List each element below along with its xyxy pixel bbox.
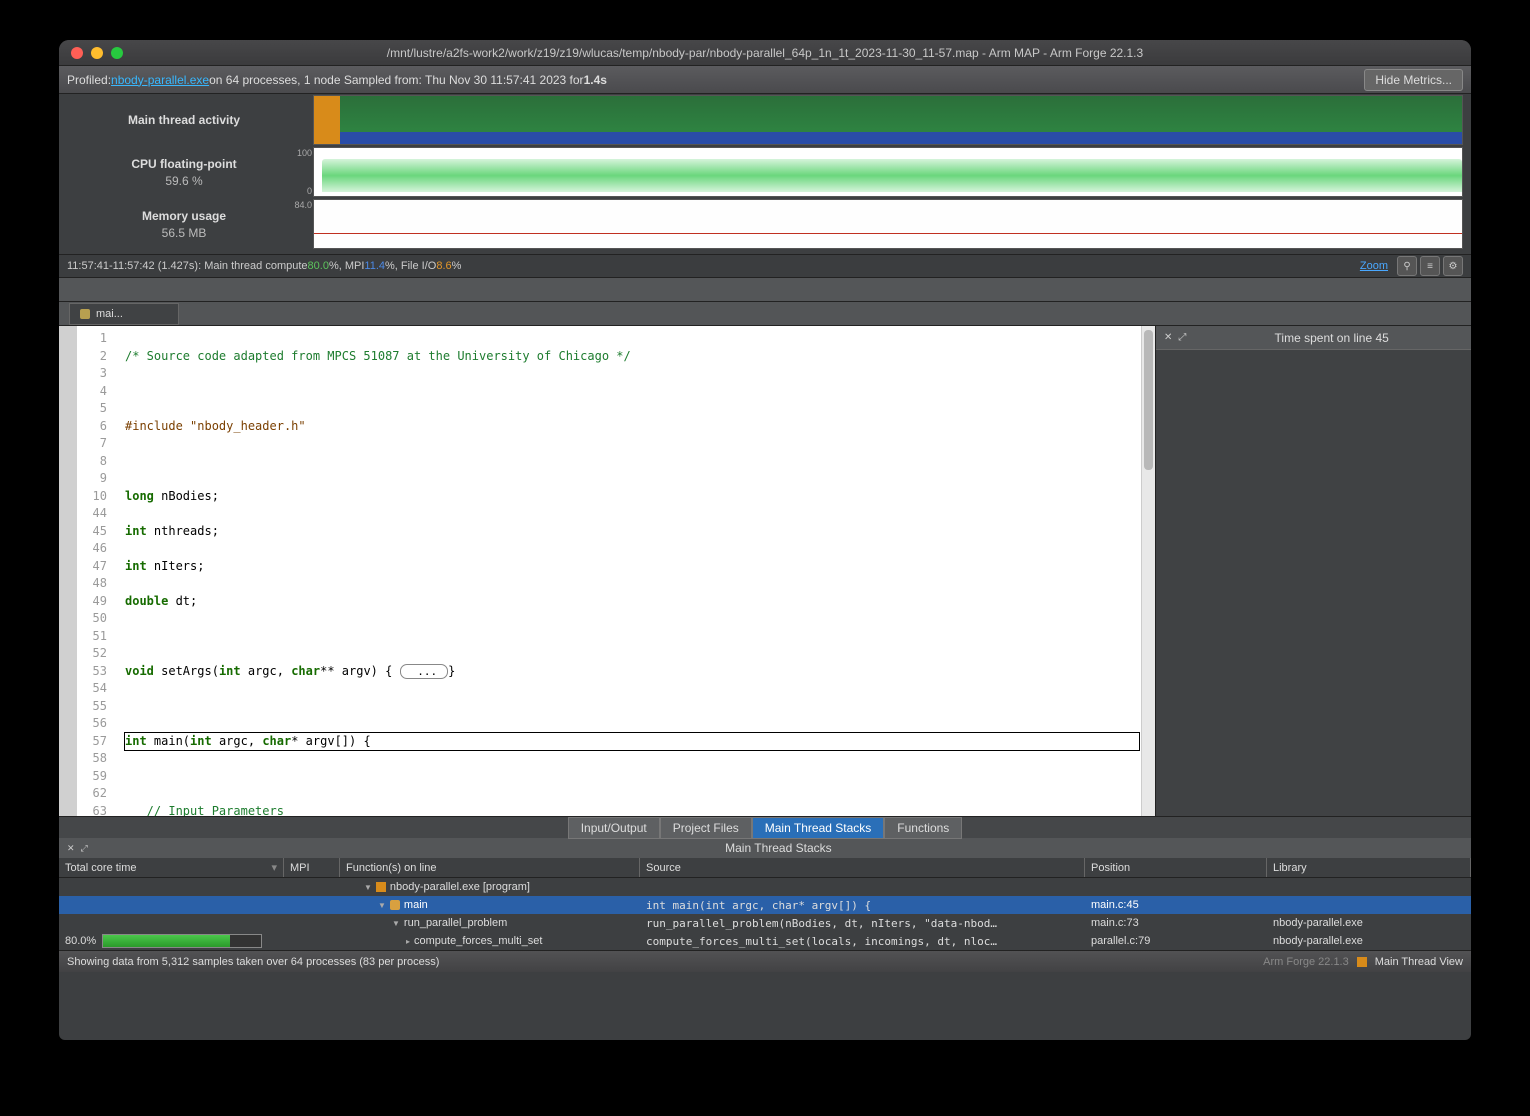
profiled-duration: 1.4s xyxy=(584,73,607,87)
list-icon[interactable]: ≡ xyxy=(1420,256,1440,276)
profile-gutter xyxy=(59,326,77,816)
tab-functions[interactable]: Functions xyxy=(884,817,962,839)
axis-bot: 0 xyxy=(284,186,312,196)
mpi-pct: 11.4 xyxy=(364,260,385,272)
footer-version: Arm Forge 22.1.3 xyxy=(1263,956,1349,968)
stack-row[interactable]: ▼nbody-parallel.exe [program] xyxy=(59,878,1471,896)
stack-row[interactable]: ▼main int main(int argc, char* argv[]) {… xyxy=(59,896,1471,914)
col-functions[interactable]: Function(s) on line xyxy=(340,858,640,877)
zoom-icon[interactable]: ⚲ xyxy=(1397,256,1417,276)
stack-row[interactable]: 80.0% ▸compute_forces_multi_set compute_… xyxy=(59,932,1471,950)
source-editor[interactable]: 1234567891044454647484950515253545556575… xyxy=(77,326,1155,816)
compute-pct: 80.0 xyxy=(308,260,329,272)
metric-main-thread-graph[interactable] xyxy=(313,95,1463,145)
executable-icon xyxy=(376,882,386,892)
line-numbers: 1234567891044454647484950515253545556575… xyxy=(77,326,113,816)
tab-main-thread-stacks[interactable]: Main Thread Stacks xyxy=(752,817,885,839)
line-time-panel-title: Time spent on line 45 xyxy=(1192,331,1471,345)
view-mode-icon xyxy=(1357,957,1367,967)
col-library[interactable]: Library xyxy=(1267,858,1471,877)
footer-view-mode: Main Thread View xyxy=(1375,956,1463,968)
time-range-text: 11:57:41-11:57:42 (1.427s): Main thread … xyxy=(67,260,308,272)
profile-info-bar: Profiled: nbody-parallel.exe on 64 proce… xyxy=(59,66,1471,94)
stack-row[interactable]: ▼run_parallel_problem run_parallel_probl… xyxy=(59,914,1471,932)
col-position[interactable]: Position xyxy=(1085,858,1267,877)
axis-top: 100 xyxy=(284,148,312,158)
zoom-link[interactable]: Zoom xyxy=(1360,260,1388,272)
metric-mem-label: Memory usage 56.5 MB xyxy=(59,209,309,240)
metric-cpufp-graph[interactable]: 100 0 xyxy=(313,147,1463,197)
axis-top: 84.0 xyxy=(284,200,312,210)
detach-panel-icon[interactable]: ⤢ xyxy=(1178,332,1186,343)
file-tab-main[interactable]: mai... xyxy=(69,303,179,325)
time-range-bar: 11:57:41-11:57:42 (1.427s): Main thread … xyxy=(59,254,1471,278)
editor-scrollbar[interactable] xyxy=(1141,326,1155,816)
tab-input-output[interactable]: Input/Output xyxy=(568,817,660,839)
profiled-label: Profiled: xyxy=(67,73,111,87)
tab-project-files[interactable]: Project Files xyxy=(660,817,752,839)
col-source[interactable]: Source xyxy=(640,858,1085,877)
detach-stacks-icon[interactable]: ⤢ xyxy=(81,843,88,854)
metric-main-thread-label: Main thread activity xyxy=(59,113,309,127)
footer-status: Showing data from 5,312 samples taken ov… xyxy=(67,956,439,968)
window-title: /mnt/lustre/a2fs-work2/work/z19/z19/wluc… xyxy=(59,46,1471,60)
col-total-core-time[interactable]: Total core time▾ xyxy=(59,858,284,877)
close-stacks-icon[interactable]: ✕ xyxy=(67,843,75,854)
metric-mem-graph[interactable]: 84.0 xyxy=(313,199,1463,249)
col-mpi[interactable]: MPI xyxy=(284,858,340,877)
file-tab-label: mai... xyxy=(96,308,123,320)
metric-cpufp-label: CPU floating-point 59.6 % xyxy=(59,157,309,188)
settings-icon[interactable]: ⚙ xyxy=(1443,256,1463,276)
close-panel-icon[interactable]: ✕ xyxy=(1164,332,1172,343)
hide-metrics-button[interactable]: Hide Metrics... xyxy=(1364,69,1463,91)
stacks-panel-title: Main Thread Stacks xyxy=(94,841,1463,855)
fileio-pct: 8.6 xyxy=(436,260,451,272)
profiled-details: on 64 processes, 1 node Sampled from: Th… xyxy=(209,73,583,87)
c-file-icon xyxy=(80,309,90,319)
profiled-executable-link[interactable]: nbody-parallel.exe xyxy=(111,73,209,87)
scrollbar-thumb[interactable] xyxy=(1144,330,1153,470)
titlebar: /mnt/lustre/a2fs-work2/work/z19/z19/wluc… xyxy=(59,40,1471,66)
function-icon xyxy=(390,900,400,910)
